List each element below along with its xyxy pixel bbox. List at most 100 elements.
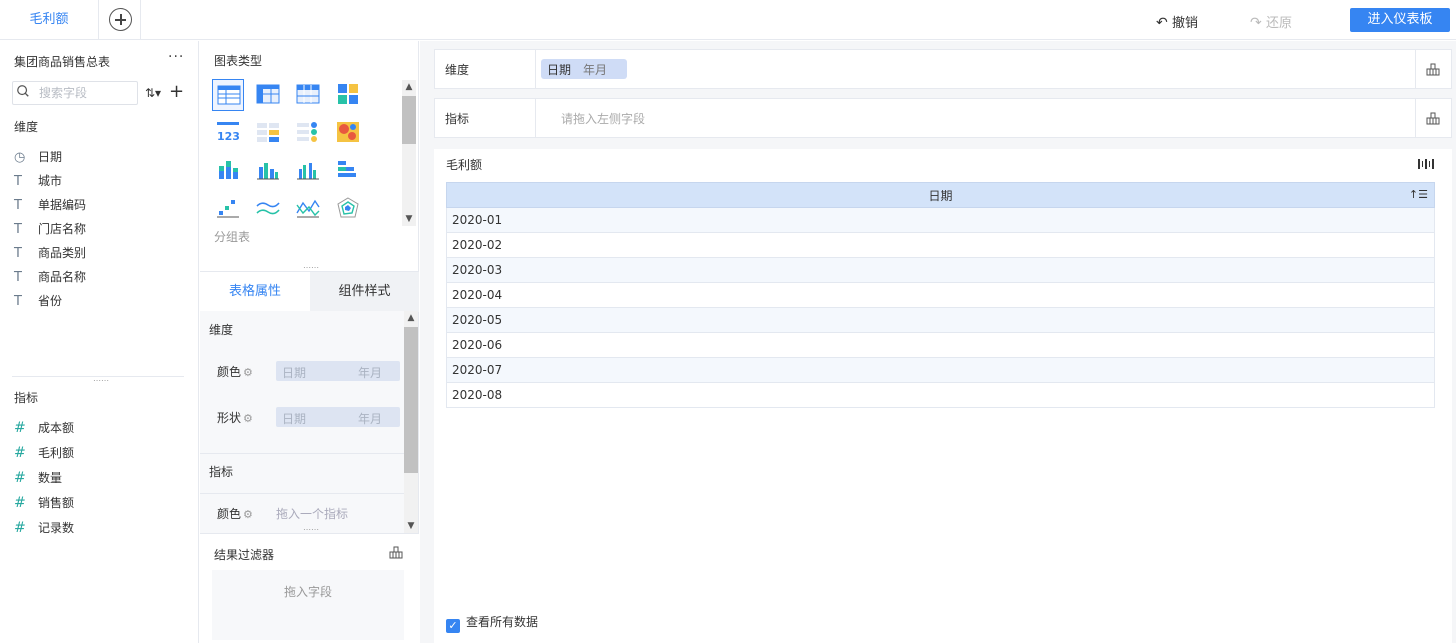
scroll-up-arrow[interactable]: ▲ <box>404 311 418 325</box>
table-row: 2020-01 <box>446 207 1435 233</box>
line-chart-icon <box>256 202 280 215</box>
shelf-divider <box>535 50 536 88</box>
shelf-divider <box>535 99 536 137</box>
chart-type-color-block[interactable] <box>332 79 364 111</box>
property-scrollbar[interactable]: ▲ ▼ <box>404 311 418 533</box>
area-chart-icon <box>296 199 320 218</box>
chart-type-detail-table[interactable] <box>292 79 324 111</box>
dot-table-icon <box>297 122 317 142</box>
text-type-icon: T <box>14 174 22 189</box>
filter-settings-icon[interactable] <box>388 544 404 560</box>
table-row: 2020-05 <box>446 307 1435 333</box>
table-row: 2020-04 <box>446 282 1435 308</box>
chart-type-bar[interactable] <box>252 155 284 187</box>
radar-icon <box>337 197 359 218</box>
table-header-date[interactable]: 日期 ↑☰ <box>446 182 1435 208</box>
field-item-quantity[interactable]: # 数量 <box>14 468 62 488</box>
chart-type-dot-table[interactable] <box>292 117 324 149</box>
redo-icon: ↷ <box>1250 15 1262 31</box>
number-type-icon: # <box>14 495 26 511</box>
field-item-store-name[interactable]: T 门店名称 <box>14 219 86 239</box>
chart-type-cross-table[interactable] <box>252 79 284 111</box>
text-type-icon: T <box>14 270 22 285</box>
chart-type-scrollbar[interactable]: ▲ ▼ <box>402 80 416 226</box>
add-field-button[interactable]: + <box>169 81 184 102</box>
chart-type-radar[interactable] <box>332 193 364 225</box>
filter-drop-zone[interactable]: 拖入字段 <box>212 570 404 640</box>
gear-icon[interactable]: ⚙ <box>243 412 253 425</box>
group-table-icon <box>217 85 241 105</box>
number-type-icon: # <box>14 470 26 486</box>
redo-button[interactable]: ↷ 还原 <box>1250 12 1292 31</box>
field-item-gross-profit[interactable]: # 毛利额 <box>14 443 74 463</box>
barcode-icon[interactable] <box>1417 157 1435 171</box>
shelf-settings-icon[interactable] <box>1425 110 1441 126</box>
field-item-cost[interactable]: # 成本额 <box>14 418 74 438</box>
field-item-province[interactable]: T 省份 <box>14 291 62 311</box>
field-item-city[interactable]: T 城市 <box>14 171 62 191</box>
field-item-record-count[interactable]: # 记录数 <box>14 518 74 538</box>
property-tabs: 表格属性 组件样式 <box>200 271 419 312</box>
gear-icon[interactable]: ⚙ <box>243 366 253 379</box>
tab-table-properties[interactable]: 表格属性 <box>200 272 310 312</box>
kpi-number-icon: 123 <box>217 122 240 143</box>
redo-label: 还原 <box>1266 16 1293 31</box>
resize-handle[interactable]: ⋯⋯ <box>93 376 109 385</box>
shelf-settings-icon[interactable] <box>1425 61 1441 77</box>
chart-type-group-table[interactable] <box>212 79 244 111</box>
field-item-sales[interactable]: # 销售额 <box>14 493 74 513</box>
measure-color-label: 颜色 ⚙ <box>217 507 253 521</box>
scroll-down-arrow[interactable]: ▼ <box>402 212 416 226</box>
view-all-data-checkbox[interactable]: ✓ 查看所有数据 <box>446 613 538 633</box>
chart-type-heatmap[interactable] <box>332 117 364 149</box>
text-type-icon: T <box>14 294 22 309</box>
undo-icon: ↶ <box>1156 15 1168 31</box>
number-type-icon: # <box>14 520 26 536</box>
shape-dimension-pill[interactable]: 日期 年月 <box>276 407 400 427</box>
undo-button[interactable]: ↶ 撤销 <box>1156 12 1198 31</box>
scroll-thumb[interactable] <box>402 96 416 144</box>
sort-icon[interactable]: ↑☰ <box>1409 188 1428 201</box>
field-item-category[interactable]: T 商品类别 <box>14 243 86 263</box>
measure-shelf-label: 指标 <box>445 112 470 126</box>
more-icon[interactable]: ··· <box>168 49 184 65</box>
scroll-up-arrow[interactable]: ▲ <box>402 80 416 94</box>
chart-type-scatter[interactable] <box>212 193 244 225</box>
field-item-doc-code[interactable]: T 单据编码 <box>14 195 86 215</box>
measure-drop-zone[interactable]: 请拖入左侧字段 <box>561 110 645 127</box>
dimension-pill-date[interactable]: 日期 年月 <box>541 59 627 79</box>
chart-type-kpi[interactable]: 123 <box>212 117 244 149</box>
chart-type-multi-kpi[interactable] <box>252 117 284 149</box>
chart-type-area[interactable] <box>292 193 324 225</box>
scroll-down-arrow[interactable]: ▼ <box>404 519 418 533</box>
chart-type-horizontal-bar[interactable] <box>332 155 364 187</box>
chart-type-grouped-bar[interactable] <box>292 155 324 187</box>
field-item-product-name[interactable]: T 商品名称 <box>14 267 86 287</box>
field-item-date[interactable]: ◷ 日期 <box>14 147 62 167</box>
measure-section-title: 指标 <box>14 391 39 405</box>
add-tab-button[interactable] <box>99 0 141 40</box>
bar-chart-icon <box>257 163 279 180</box>
chart-type-line[interactable] <box>252 193 284 225</box>
chart-type-stacked-bar[interactable] <box>212 155 244 187</box>
filter-title: 结果过滤器 <box>214 548 275 562</box>
table-row: 2020-03 <box>446 257 1435 283</box>
search-box <box>12 81 138 105</box>
search-input[interactable] <box>39 84 135 102</box>
enter-dashboard-button[interactable]: 进入仪表板 <box>1350 8 1450 32</box>
scroll-thumb[interactable] <box>404 327 418 473</box>
horizontal-bar-icon <box>338 161 356 177</box>
color-block-icon <box>338 84 358 104</box>
section-divider <box>200 453 404 454</box>
dimension-section-title: 维度 <box>209 323 234 337</box>
tab-gross-profit[interactable]: 毛利额 <box>0 0 99 40</box>
sort-filter-icon[interactable]: ⇅▾ <box>145 86 161 100</box>
gear-icon[interactable]: ⚙ <box>243 508 253 521</box>
result-table: 日期 ↑☰ 2020-01 2020-02 2020-03 2020-04 20… <box>446 182 1435 408</box>
heatmap-icon <box>337 122 359 142</box>
resize-handle[interactable]: ⋯⋯ <box>303 525 319 534</box>
tab-component-style[interactable]: 组件样式 <box>310 272 419 312</box>
chart-type-title: 图表类型 <box>214 54 263 68</box>
color-dimension-pill[interactable]: 日期 年月 <box>276 361 400 381</box>
measure-drop-zone[interactable]: 拖入一个指标 <box>276 505 348 522</box>
